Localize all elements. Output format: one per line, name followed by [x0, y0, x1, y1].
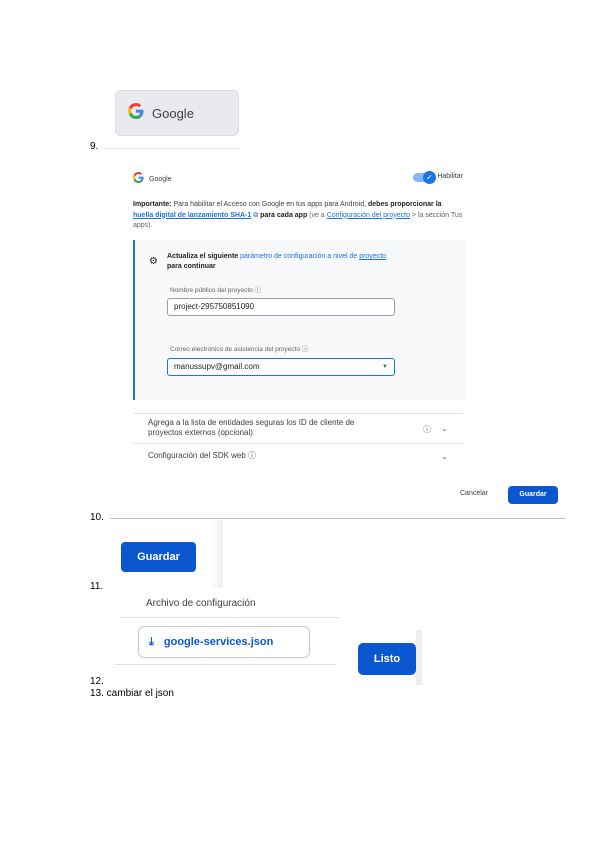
project-settings-link[interactable]: Configuración del proyecto	[327, 212, 410, 219]
download-config-button[interactable]: ⤓ google-services.json	[138, 626, 310, 658]
cancel-button[interactable]: Cancelar	[460, 490, 488, 497]
gear-icon: ⚙	[149, 256, 158, 267]
public-name-label: Nombre público del proyecto ⓘ	[170, 287, 262, 294]
divider	[110, 518, 565, 519]
provider-name: Google	[149, 175, 172, 183]
check-icon: ✓	[423, 171, 436, 184]
save-button-large[interactable]: Guardar	[121, 542, 196, 572]
whitelist-row[interactable]: Agrega a la lista de entidades seguras l…	[133, 413, 463, 444]
step-number-10: 10.	[90, 512, 104, 523]
important-bold-text: debes proporcionar la	[368, 201, 442, 208]
enable-toggle-label: Habilitar	[437, 173, 463, 180]
config-project-link[interactable]: proyecto	[359, 253, 386, 260]
save-button[interactable]: Guardar	[508, 486, 558, 504]
important-bold-text-2: para cada app	[258, 211, 308, 219]
chevron-down-icon[interactable]: ⌄	[441, 452, 448, 461]
public-name-field[interactable]: project-295750851090	[167, 298, 395, 316]
google-logo-icon	[133, 170, 144, 188]
config-file-name: google-services.json	[163, 636, 274, 648]
whitelist-text: Agrega a la lista de entidades seguras l…	[148, 418, 355, 437]
important-dim-text: (ve a	[307, 211, 327, 219]
sdk-row[interactable]: Configuración del SDK web ⓘ ⌄	[133, 443, 463, 469]
email-select[interactable]: manussupv@gmail.com ▼	[167, 358, 395, 376]
important-notice: Importante: Para habilitar el Acceso con…	[133, 200, 463, 232]
step-number-11: 11.	[90, 581, 104, 592]
config-prefix: Actualiza el siguiente	[167, 253, 241, 260]
step-13-text: 13. cambiar el json	[90, 688, 174, 699]
enable-toggle[interactable]: ✓	[413, 171, 436, 184]
download-icon: ⤓	[149, 635, 154, 648]
dropdown-arrow-icon: ▼	[382, 364, 388, 370]
done-button[interactable]: Listo	[358, 643, 416, 675]
step-number-12: 12.	[90, 676, 104, 687]
help-icon[interactable]: ⓘ	[423, 424, 431, 435]
divider	[115, 664, 335, 665]
config-file-title: Archivo de configuración	[146, 598, 256, 609]
important-label: Importante:	[133, 201, 172, 208]
config-suffix: para continuar	[167, 263, 216, 270]
step-number-9: 9.	[90, 141, 99, 152]
email-label: Correo electrónico de asistencia del pro…	[170, 346, 309, 353]
google-logo-icon	[128, 102, 144, 124]
screenshot-edge	[211, 520, 223, 588]
chevron-down-icon[interactable]: ⌄	[441, 424, 448, 433]
sdk-text: Configuración del SDK web ⓘ	[148, 451, 257, 460]
provider-header: Google ✓ Habilitar	[133, 170, 463, 188]
email-value: manussupv@gmail.com	[174, 362, 260, 371]
divider	[120, 617, 340, 618]
google-button-label: Google	[152, 105, 194, 121]
config-param-link[interactable]: parámetro de configuración a nivel de	[240, 253, 359, 260]
config-message: Actualiza el siguiente parámetro de conf…	[167, 252, 387, 272]
divider	[105, 148, 239, 149]
important-text: Para habilitar el Acceso con Google en t…	[171, 201, 369, 208]
screenshot-edge	[416, 630, 422, 685]
sha1-link[interactable]: huella digital de lanzamiento SHA-1	[133, 212, 251, 219]
google-provider-button[interactable]: Google	[115, 90, 239, 136]
